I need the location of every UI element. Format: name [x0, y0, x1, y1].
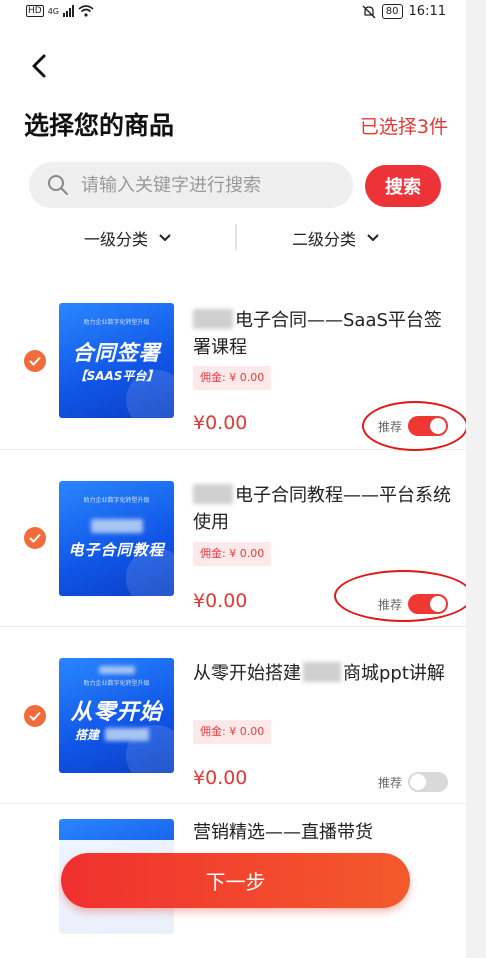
filter-level2[interactable]: 二级分类 [292, 226, 380, 250]
product-thumbnail: 助力企业数字化转型升级 电子合同教程 [59, 481, 174, 596]
network-label: 4G [47, 6, 59, 16]
search-button[interactable]: 搜索 [365, 165, 441, 207]
back-button[interactable] [26, 50, 54, 82]
product-name[interactable]: 电子合同教程——平台系统使用 [193, 482, 455, 536]
recommend-label: 推荐 [378, 597, 403, 612]
filter-level2-label: 二级分类 [292, 230, 357, 249]
mute-bell-icon [362, 5, 376, 18]
toggle-knob [430, 596, 447, 612]
toggle-knob [430, 418, 447, 434]
screen: HD 4G 80 16:11 选择您的商品 已选择3件 搜索 一级分类 二级分类 [0, 0, 466, 958]
recommend-toggle[interactable] [408, 416, 449, 436]
redacted-text [99, 666, 135, 674]
chevron-down-icon [367, 234, 379, 242]
recommend-toggle[interactable] [408, 772, 449, 792]
check-icon [29, 356, 41, 366]
recommend-control: 推荐 [378, 416, 449, 436]
checkbox-checked[interactable] [24, 705, 46, 727]
clock: 16:11 [408, 4, 446, 19]
chevron-left-icon [32, 54, 46, 78]
check-icon [29, 533, 41, 543]
product-price: ¥0.00 [193, 412, 248, 434]
product-thumbnail: 助力企业数字化转型升级 合同签署 【SAAS平台】 [59, 303, 174, 418]
redacted-text [303, 662, 341, 682]
thumb-tagline: 助力企业数字化转型升级 [83, 680, 150, 687]
filter-level1[interactable]: 一级分类 [84, 226, 172, 250]
product-item[interactable]: 助力企业数字化转型升级 电子合同教程 电子合同教程——平台系统使用 佣金: ¥ … [0, 451, 466, 627]
thumb-tagline: 助力企业数字化转型升级 [83, 319, 150, 326]
redacted-text [105, 728, 149, 741]
checkbox-checked[interactable] [24, 350, 46, 372]
filter-level1-label: 一级分类 [84, 230, 149, 249]
redacted-text [193, 309, 233, 329]
battery-icon: 80 [381, 4, 403, 19]
status-left: HD 4G [26, 5, 94, 17]
thumb-title: 合同签署 [72, 341, 161, 365]
check-icon [29, 711, 41, 721]
product-name-part2: 商城ppt讲解 [343, 663, 445, 684]
thumb-tagline: 助力企业数字化转型升级 [83, 497, 150, 504]
commission-badge: 佣金: ¥ 0.00 [193, 542, 272, 566]
redacted-text [193, 484, 233, 504]
page-title: 选择您的商品 [24, 111, 175, 140]
search-input[interactable] [81, 174, 331, 196]
thumb-title: 电子合同教程 [68, 541, 165, 559]
wifi-icon [78, 5, 94, 17]
recommend-control: 推荐 [378, 772, 449, 792]
checkbox-checked[interactable] [24, 527, 46, 549]
recommend-control: 推荐 [378, 594, 449, 614]
filter-divider [235, 224, 237, 250]
recommend-label: 推荐 [378, 775, 403, 790]
product-item[interactable]: 助力企业数字化转型升级 合同签署 【SAAS平台】 电子合同——SaaS平台签署… [0, 274, 466, 450]
product-price: ¥0.00 [193, 767, 248, 789]
hd-badge: HD [26, 5, 44, 17]
commission-badge: 佣金: ¥ 0.00 [193, 366, 272, 390]
recommend-label: 推荐 [378, 419, 403, 434]
product-name[interactable]: 电子合同——SaaS平台签署课程 [193, 307, 455, 361]
commission-badge: 佣金: ¥ 0.00 [193, 720, 272, 744]
thumb-subtitle: 【SAAS平台】 [74, 369, 159, 383]
next-step-button[interactable]: 下一步 [61, 853, 410, 908]
product-price: ¥0.00 [193, 590, 248, 612]
search-bar [29, 162, 353, 208]
status-bar: HD 4G 80 16:11 [0, 0, 466, 26]
selected-count[interactable]: 已选择3件 [360, 112, 448, 139]
product-name-part1: 从零开始搭建 [193, 663, 301, 684]
recommend-toggle[interactable] [408, 594, 449, 614]
status-right: 80 16:11 [362, 4, 446, 19]
thumb-title: 从零开始 [70, 700, 163, 725]
toggle-knob [410, 774, 427, 790]
signal-icon [63, 5, 74, 17]
product-item[interactable]: 助力企业数字化转型升级 从零开始 搭建 从零开始搭建 商城ppt讲解 佣金: ¥ … [0, 628, 466, 804]
search-icon [48, 175, 68, 195]
product-name[interactable]: 从零开始搭建 商城ppt讲解 [193, 660, 455, 687]
product-thumbnail: 助力企业数字化转型升级 从零开始 搭建 [59, 658, 174, 773]
chevron-down-icon [159, 234, 171, 242]
redacted-text [91, 519, 143, 533]
